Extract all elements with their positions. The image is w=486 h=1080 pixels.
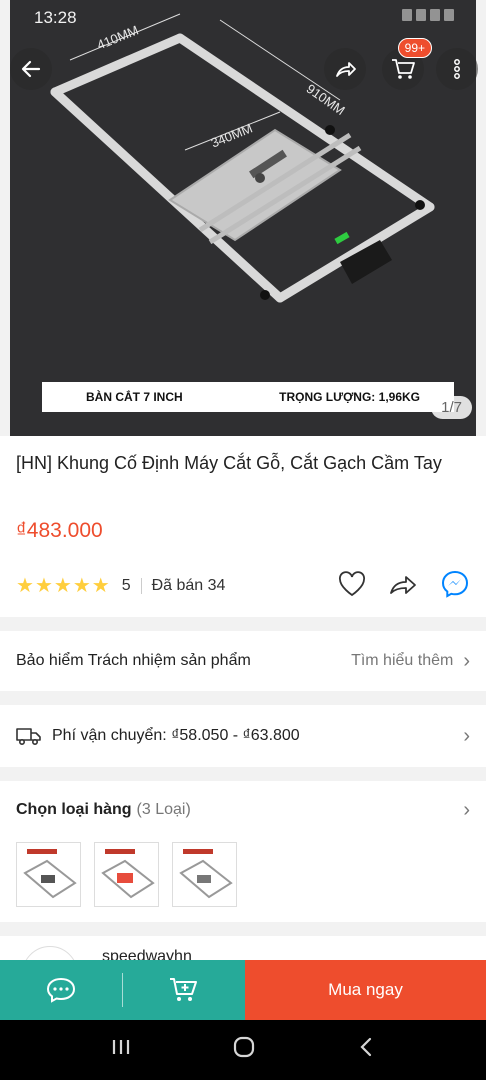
variant-tag: [27, 849, 57, 854]
status-time: 13:28: [34, 8, 77, 27]
variant-thumbnail[interactable]: [94, 842, 159, 907]
chat-button[interactable]: [0, 960, 122, 1020]
more-options-button[interactable]: [436, 48, 478, 90]
back-nav-button[interactable]: [356, 1036, 376, 1064]
add-to-cart-icon: [170, 978, 197, 1001]
screen: 410MM 910MM 340MM BÀN CẮT 7 INCH TRỌNG L…: [0, 0, 486, 1080]
back-button[interactable]: [10, 48, 52, 90]
bottom-action-bar: Mua ngay: [0, 960, 486, 1020]
star-icon: ★: [34, 575, 53, 597]
rating-stars: ★ ★ ★ ★ ★: [16, 576, 110, 596]
add-to-cart-button[interactable]: [123, 960, 245, 1020]
product-price: ₫483.000: [16, 519, 103, 542]
learn-more-link[interactable]: Tìm hiểu thêm: [351, 652, 453, 670]
caption-right: TRỌNG LƯỢNG: 1,96KG: [279, 390, 420, 404]
caption-left: BÀN CẮT 7 INCH: [86, 390, 183, 404]
share-icon: [390, 575, 416, 594]
status-icons: [402, 9, 454, 21]
variant-count: (3 Loại): [136, 801, 191, 818]
insurance-row[interactable]: Bảo hiểm Trách nhiệm sản phẩm Tìm hiểu t…: [0, 631, 486, 691]
chevron-right-icon: ›: [463, 649, 470, 672]
section-divider: [0, 767, 486, 781]
product-title: [HN] Khung Cố Định Máy Cắt Gỗ, Cắt Gạch …: [16, 453, 442, 473]
image-counter: 1/7: [431, 396, 472, 419]
image-caption: BÀN CẮT 7 INCH TRỌNG LƯỢNG: 1,96KG: [42, 382, 454, 412]
share-icon: [336, 62, 356, 77]
messenger-share-button[interactable]: [440, 569, 470, 604]
rating-value: 5: [121, 577, 131, 594]
chevron-right-icon: ›: [463, 724, 470, 747]
signal-icon: [416, 9, 426, 21]
truck-icon: [16, 728, 41, 746]
section-divider: [0, 691, 486, 705]
chat-icon: [46, 977, 76, 1003]
shipping-fee: Phí vận chuyển: ₫58.050 - ₫63.800: [52, 727, 300, 744]
divider: [140, 578, 142, 594]
insurance-label: Bảo hiểm Trách nhiệm sản phẩm: [16, 652, 251, 669]
variant-label: Chọn loại hàng: [16, 801, 132, 818]
star-icon: ★: [91, 575, 110, 597]
section-divider: [0, 617, 486, 631]
section-divider: [0, 922, 486, 936]
share-product-button[interactable]: [388, 571, 418, 602]
variant-thumbnail[interactable]: [16, 842, 81, 907]
cart-button[interactable]: 99+: [382, 38, 432, 90]
home-button[interactable]: [232, 1035, 256, 1065]
variant-thumbnail[interactable]: [172, 842, 237, 907]
product-actions: [338, 569, 470, 604]
wifi-icon: [402, 9, 412, 21]
home-icon: [233, 1036, 255, 1058]
cart-badge: 99+: [397, 38, 432, 58]
insurance-more[interactable]: Tìm hiểu thêm ›: [351, 650, 470, 673]
variant-tag: [183, 849, 213, 854]
more-vertical-icon: [454, 59, 460, 79]
buy-now-button[interactable]: Mua ngay: [245, 960, 486, 1020]
battery-icon: [444, 9, 454, 21]
product-image-carousel[interactable]: 410MM 910MM 340MM BÀN CẮT 7 INCH TRỌNG L…: [0, 0, 486, 436]
messenger-icon: [441, 570, 469, 598]
share-button[interactable]: [324, 48, 366, 90]
system-navigation-bar: [0, 1020, 486, 1080]
star-icon: ★: [16, 575, 34, 597]
arrow-left-icon: [21, 60, 41, 78]
heart-icon: [339, 570, 365, 596]
recent-apps-button[interactable]: [110, 1037, 132, 1063]
chevron-right-icon: ›: [463, 798, 470, 821]
favorite-button[interactable]: [338, 570, 366, 602]
star-icon: ★: [72, 575, 91, 597]
signal-icon-2: [430, 9, 440, 21]
shipping-row[interactable]: Phí vận chuyển: ₫58.050 - ₫63.800 ›: [0, 705, 486, 767]
sold-count: Đã bán 34: [151, 577, 226, 594]
star-icon: ★: [53, 575, 72, 597]
variant-thumbnails: [16, 842, 237, 907]
variant-row[interactable]: Chọn loại hàng (3 Loại) ›: [0, 790, 486, 830]
back-icon: [360, 1037, 372, 1057]
cart-icon: [392, 59, 415, 79]
variant-tag: [105, 849, 135, 854]
rating-row: ★ ★ ★ ★ ★ 5 Đã bán 34: [16, 570, 470, 602]
recent-apps-icon: [112, 1040, 130, 1054]
